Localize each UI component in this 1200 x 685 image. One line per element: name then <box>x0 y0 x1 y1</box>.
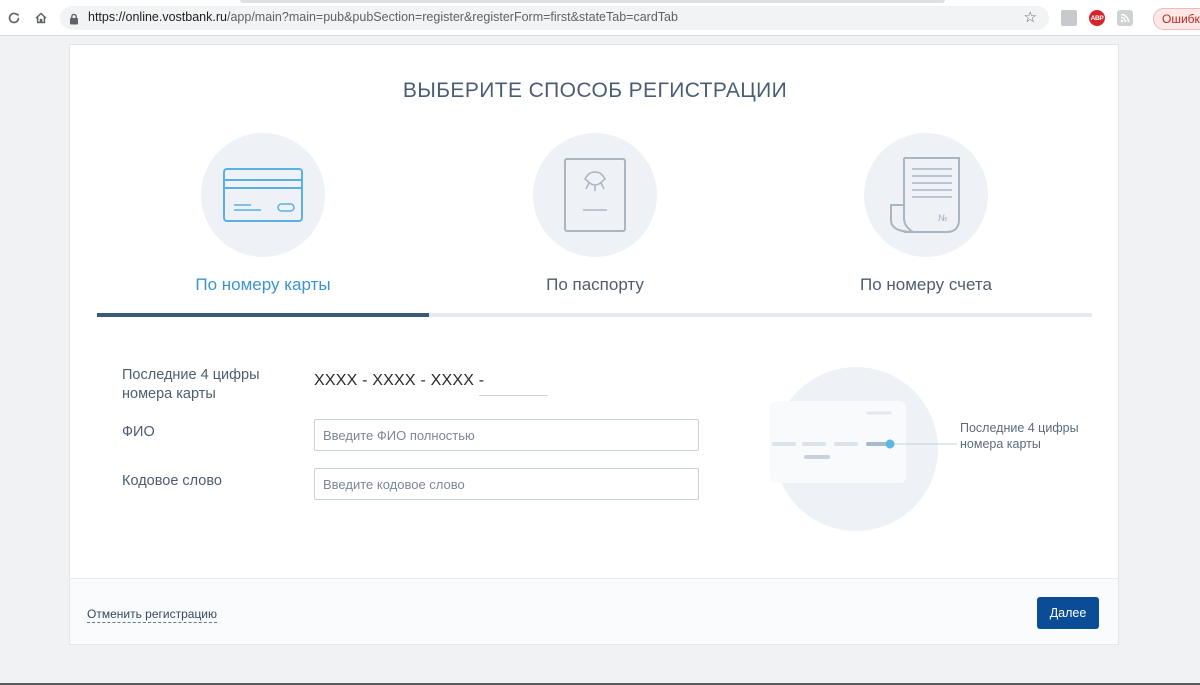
method-label-card: По номеру карты <box>195 275 331 294</box>
card-number-mask: XXXX - XXXX - XXXX - <box>314 372 485 389</box>
method-tab-passport[interactable]: По паспорту <box>429 133 761 318</box>
passport-icon <box>533 133 657 257</box>
method-label-account: По номеру счета <box>860 275 992 294</box>
url-host: https://online.vostbank.ru <box>88 10 227 24</box>
svg-text:№: № <box>938 214 947 224</box>
browser-toolbar: https://online.vostbank.ru/app/main?main… <box>0 0 1200 36</box>
card-hint-illustration <box>762 365 1092 540</box>
active-tab-indicator <box>97 313 429 317</box>
next-button[interactable]: Далее <box>1037 597 1099 629</box>
reload-icon[interactable] <box>4 8 24 28</box>
page-title: ВЫБЕРИТЕ СПОСОБ РЕГИСТРАЦИИ <box>402 79 788 102</box>
method-tab-card[interactable]: По номеру карты <box>97 133 429 318</box>
home-icon[interactable] <box>31 8 51 28</box>
bank-card-icon <box>201 133 325 257</box>
adblock-icon[interactable]: ABP <box>1089 10 1105 26</box>
rss-icon[interactable] <box>1117 10 1133 26</box>
tab-strip-edge <box>240 0 945 3</box>
browser-error-chip[interactable]: Ошибка <box>1153 8 1200 30</box>
lock-icon <box>69 12 79 30</box>
cancel-registration-link[interactable]: Отменить регистрацию <box>87 607 218 623</box>
account-document-icon: № <box>864 133 988 257</box>
card-last-digits-input[interactable] <box>479 376 548 396</box>
address-bar[interactable]: https://online.vostbank.ru/app/main?main… <box>60 6 1049 30</box>
card-digits-label: Последние 4 цифры номера карты <box>122 367 260 402</box>
star-icon[interactable]: ☆ <box>1024 9 1037 27</box>
address-url: https://online.vostbank.ru/app/main?main… <box>88 10 678 24</box>
extension-icon[interactable] <box>1061 10 1077 26</box>
method-tab-account[interactable]: № По номеру счета <box>760 133 1092 318</box>
registration-card: ВЫБЕРИТЕ СПОСОБ РЕГИСТРАЦИИ По номеру ка… <box>69 44 1119 645</box>
url-path: /app/main?main=pub&pubSection=register&r… <box>226 10 678 24</box>
fio-input[interactable] <box>314 419 699 451</box>
code-word-input[interactable] <box>314 468 699 500</box>
card-digits-hint: Последние 4 цифры номера карты <box>960 421 1079 451</box>
code-word-label: Кодовое слово <box>122 473 222 489</box>
fio-label: ФИО <box>122 424 155 440</box>
method-label-passport: По паспорту <box>546 275 644 294</box>
card-footer: Отменить регистрацию Далее <box>70 578 1118 644</box>
